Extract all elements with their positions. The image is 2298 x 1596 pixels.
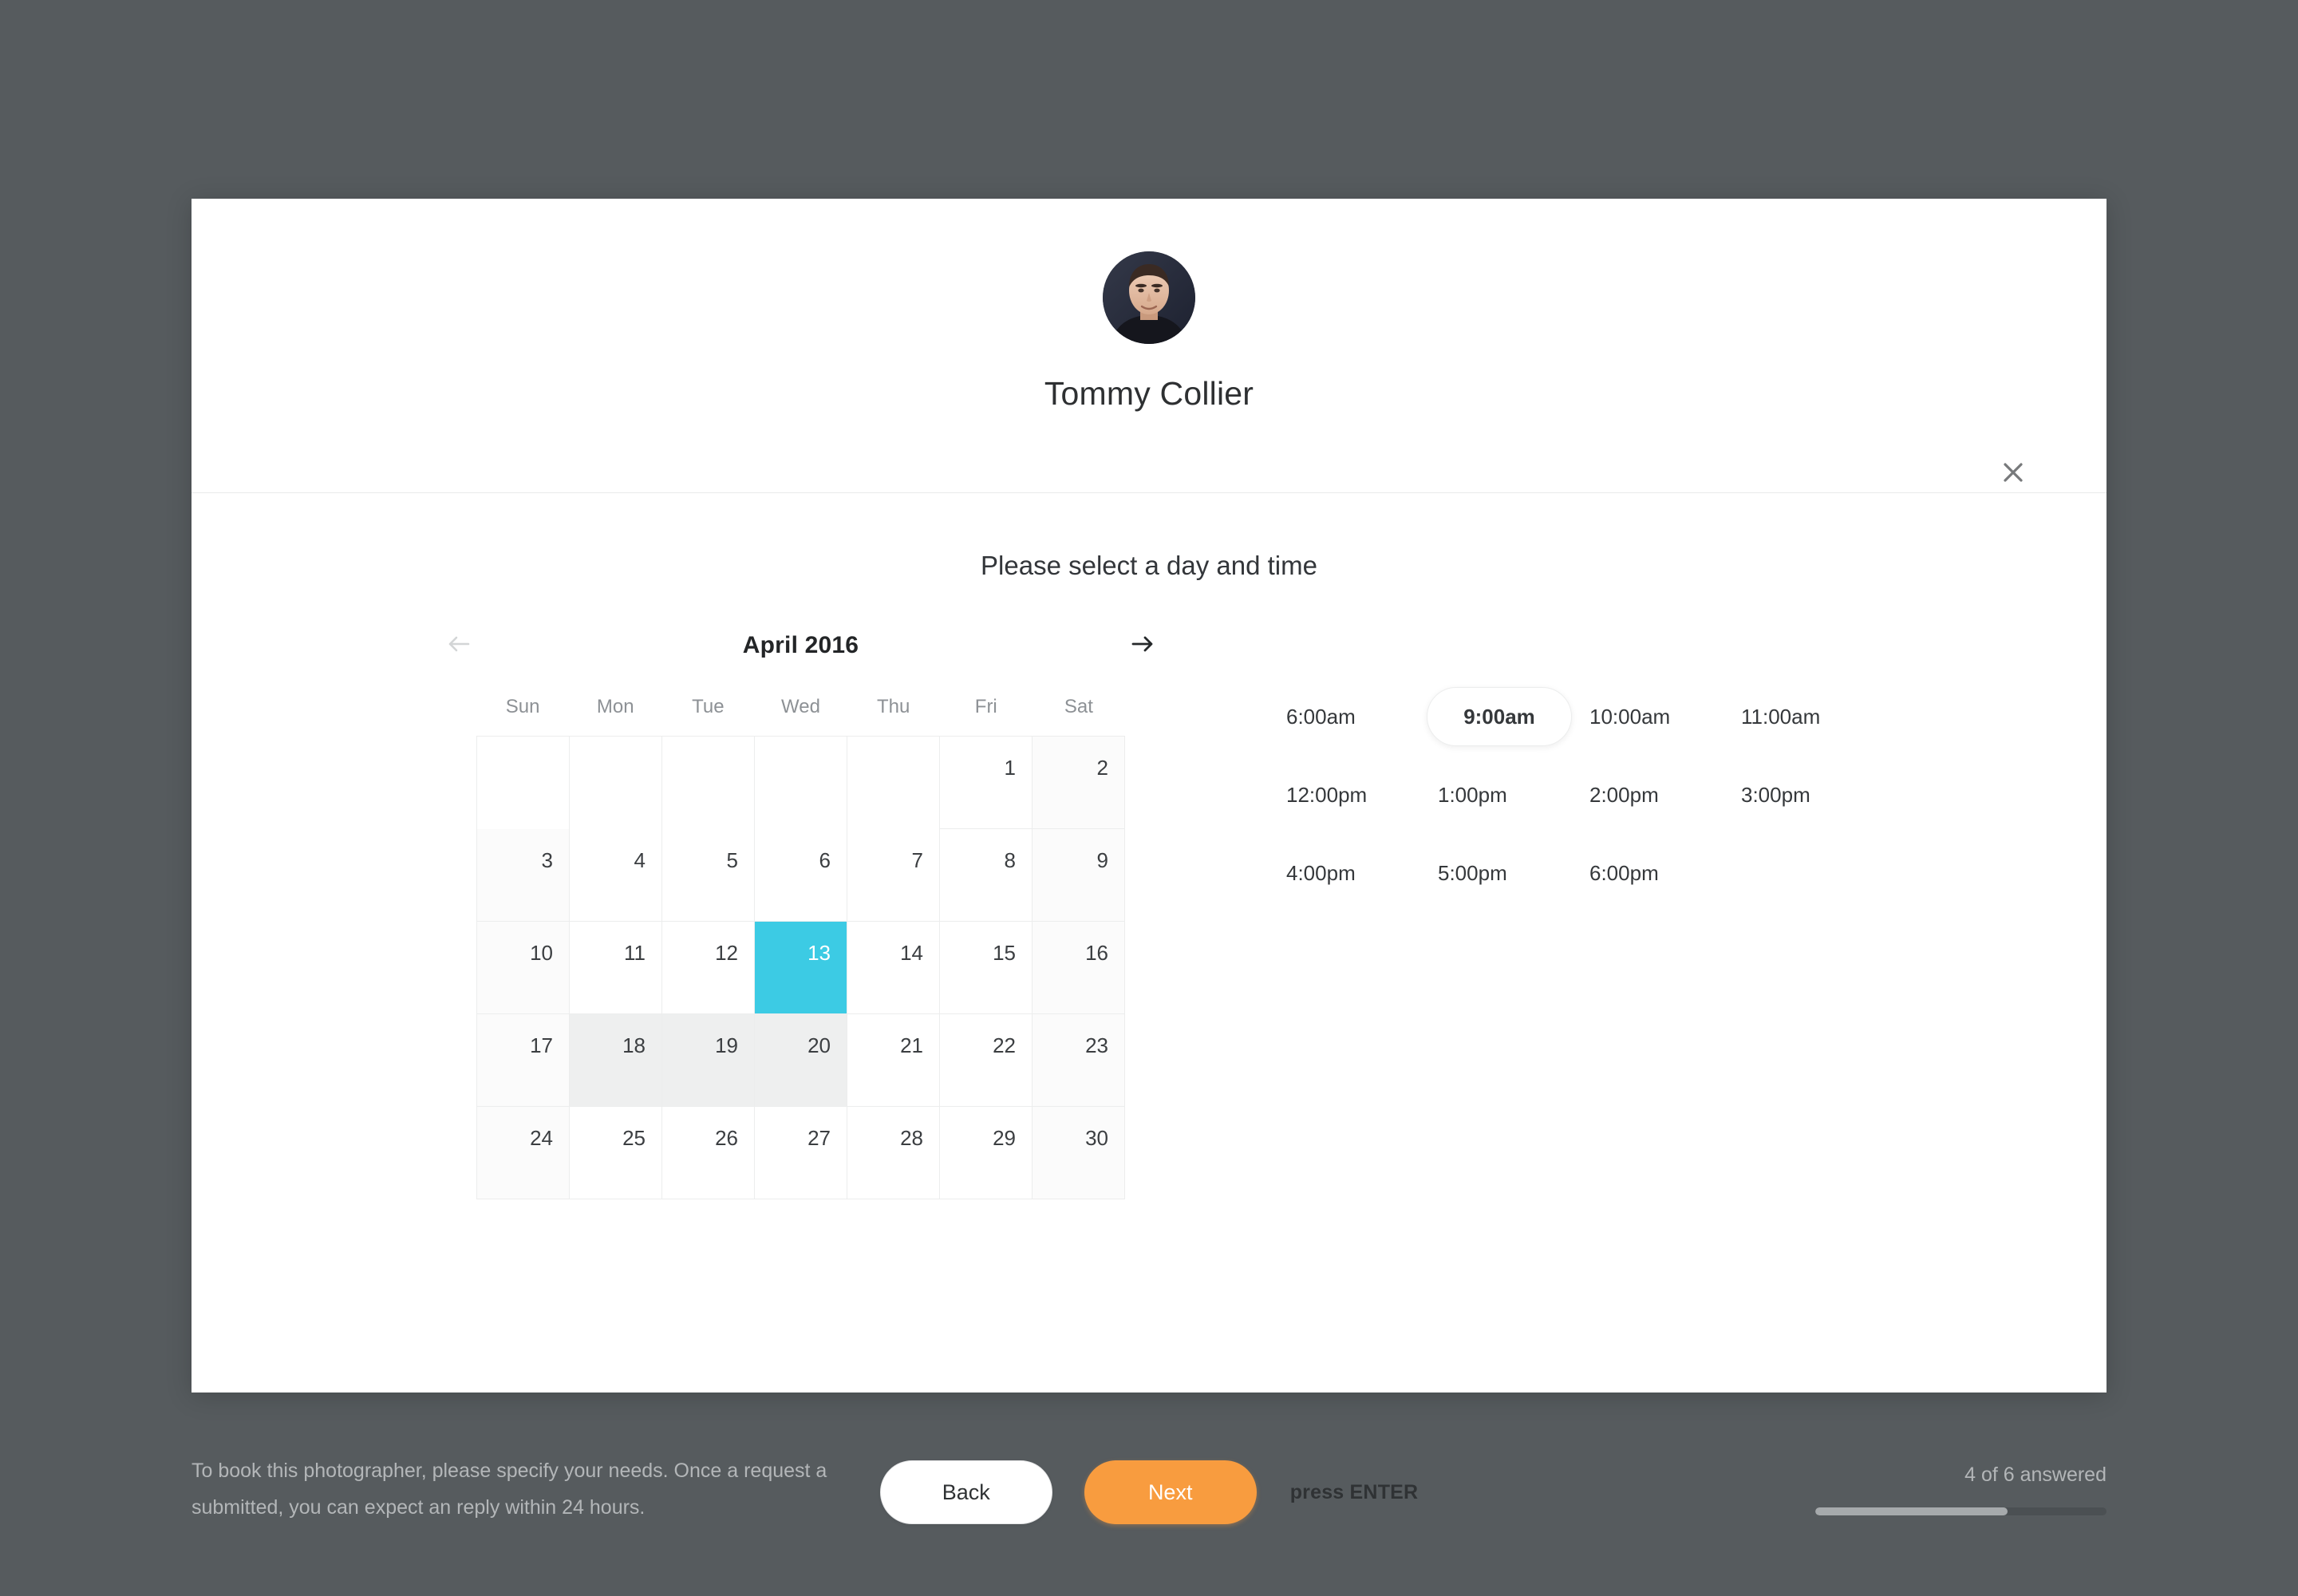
progress-track [1815,1507,2106,1515]
calendar-day-28[interactable]: 28 [847,1107,940,1199]
arrow-left-icon [447,634,471,658]
day-header: Tue [692,696,725,717]
progress-fill [1815,1507,2008,1515]
calendar-day-13[interactable]: 13 [755,922,847,1014]
calendar-day-11[interactable]: 11 [570,922,662,1014]
calendar-day-3[interactable]: 3 [477,829,570,922]
calendar-day-20[interactable]: 20 [755,1014,847,1107]
day-header: Sat [1064,696,1093,717]
timeslot-row: 4:00pm 5:00pm 6:00pm [1272,834,1878,912]
calendar-nav: April 2016 [448,622,1153,670]
timeslot-list: 6:00am 9:00am 10:00am 11:00am 12:00pm 1:00pm 2… [1272,678,1878,912]
calendar: April 2016 Sun Mon Tue Wed Thu Fri Sat 1… [448,622,1153,1199]
calendar-day-9[interactable]: 9 [1033,829,1125,922]
calendar-cell-empty [754,737,847,829]
timeslot-400pm[interactable]: 4:00pm [1272,843,1423,903]
calendar-day-5[interactable]: 5 [662,829,755,922]
calendar-cell-empty [569,737,662,829]
timeslot-300pm[interactable]: 3:00pm [1727,765,1878,824]
calendar-day-14[interactable]: 14 [847,922,940,1014]
calendar-day-29[interactable]: 29 [940,1107,1033,1199]
timeslot-row: 6:00am 9:00am 10:00am 11:00am [1272,678,1878,756]
calendar-day-16[interactable]: 16 [1033,922,1125,1014]
calendar-day-18[interactable]: 18 [570,1014,662,1107]
calendar-day-10[interactable]: 10 [477,922,570,1014]
calendar-day-25[interactable]: 25 [570,1107,662,1199]
calendar-day-8[interactable]: 8 [940,829,1033,922]
timeslot-1000am[interactable]: 10:00am [1575,687,1727,746]
next-button[interactable]: Next [1084,1460,1257,1524]
progress-label: 4 of 6 answered [1964,1464,2106,1486]
next-month-button[interactable] [1124,627,1161,664]
timeslot-500pm[interactable]: 5:00pm [1423,843,1575,903]
calendar-grid: 1 2 3 4 5 6 7 8 9 10 11 12 13 14 15 16 17 18 19 20 21 22 23 24 2… [476,736,1125,1199]
press-enter-hint: press ENTER [1289,1480,1419,1503]
back-button[interactable]: Back [879,1460,1052,1524]
calendar-day-21[interactable]: 21 [847,1014,940,1107]
calendar-day-17[interactable]: 17 [477,1014,570,1107]
calendar-day-30[interactable]: 30 [1033,1107,1125,1199]
calendar-day-19[interactable]: 19 [662,1014,755,1107]
calendar-day-1[interactable]: 1 [939,737,1033,829]
calendar-day-15[interactable]: 15 [940,922,1033,1014]
timeslot-900am[interactable]: 9:00am [1427,687,1572,746]
timeslot-600am[interactable]: 6:00am [1272,687,1423,746]
day-header: Mon [596,696,634,717]
day-header: Sun [505,696,540,717]
calendar-day-4[interactable]: 4 [570,829,662,922]
calendar-day-headers: Sun Mon Tue Wed Thu Fri Sat [476,696,1125,736]
modal-body: Please select a day and time April 2016 [192,494,2106,1524]
calendar-day-23[interactable]: 23 [1033,1014,1125,1107]
calendar-day-2[interactable]: 2 [1033,737,1125,829]
calendar-cell-empty [477,737,570,829]
calendar-day-12[interactable]: 12 [662,922,755,1014]
calendar-day-24[interactable]: 24 [477,1107,570,1199]
timeslot-100pm[interactable]: 1:00pm [1423,765,1575,824]
page-title: Please select a day and time [981,551,1317,580]
calendar-cell-empty [847,737,940,829]
progress-indicator: 4 of 6 answered [1815,1465,2106,1515]
calendar-month-label: April 2016 [742,632,859,658]
timeslot-1200pm[interactable]: 12:00pm [1272,765,1423,824]
timeslot-200pm[interactable]: 2:00pm [1575,765,1727,824]
calendar-day-22[interactable]: 22 [940,1014,1033,1107]
arrow-right-icon [1131,634,1155,658]
profile-name: Tommy Collier [1044,375,1254,412]
calendar-day-6[interactable]: 6 [755,829,847,922]
day-header: Thu [876,696,910,717]
prev-month-button[interactable] [440,627,477,664]
avatar [1103,251,1195,344]
booking-modal: Tommy Collier Please select a day and ti… [192,199,2106,1524]
timeslot-600pm[interactable]: 6:00pm [1575,843,1727,903]
modal-header: Tommy Collier [192,199,2106,493]
form-description: To book this photographer, please specif… [192,1460,827,1519]
timeslot-row: 12:00pm 1:00pm 2:00pm 3:00pm [1272,756,1878,834]
timeslot-1100am[interactable]: 11:00am [1727,687,1878,746]
calendar-day-7[interactable]: 7 [847,829,940,922]
calendar-day-26[interactable]: 26 [662,1107,755,1199]
day-header: Fri [974,696,997,717]
calendar-day-27[interactable]: 27 [755,1107,847,1199]
calendar-cell-empty [661,737,755,829]
day-header: Wed [781,696,820,717]
